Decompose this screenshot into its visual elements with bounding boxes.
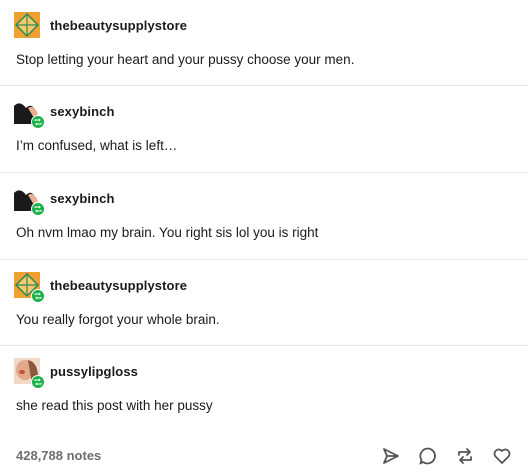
reblog-badge-icon	[31, 289, 45, 303]
reply-icon[interactable]	[416, 444, 440, 468]
avatar[interactable]	[14, 272, 45, 303]
avatar[interactable]	[14, 98, 45, 129]
username[interactable]: pussylipgloss	[50, 364, 138, 379]
avatar[interactable]	[14, 358, 45, 389]
reblog-icon[interactable]	[453, 444, 477, 468]
post-footer: 428,788 notes	[0, 436, 528, 476]
reblog-badge-icon	[31, 375, 45, 389]
avatar[interactable]	[14, 12, 40, 38]
reblog-badge-icon	[31, 115, 45, 129]
share-icon[interactable]	[379, 444, 403, 468]
avatar[interactable]	[14, 185, 45, 216]
diamond-logo-icon	[14, 12, 40, 38]
thread-entry: thebeautysupplystore Stop letting your h…	[0, 0, 528, 86]
thread-entry: thebeautysupplystore You really forgot y…	[0, 260, 528, 346]
entry-header: sexybinch	[14, 185, 115, 216]
entry-text: she read this post with her pussy	[16, 398, 213, 413]
thread-entry: pussylipgloss she read this post with he…	[0, 346, 528, 436]
entry-text: You really forgot your whole brain.	[16, 312, 220, 327]
entry-header: pussylipgloss	[14, 358, 138, 389]
thread-entry: sexybinch Oh nvm lmao my brain. You righ…	[0, 173, 528, 260]
thread-entry: sexybinch I’m confused, what is left…	[0, 86, 528, 173]
entry-text: Stop letting your heart and your pussy c…	[16, 52, 355, 67]
username[interactable]: thebeautysupplystore	[50, 278, 187, 293]
username[interactable]: sexybinch	[50, 104, 115, 119]
notes-count[interactable]: 428,788 notes	[16, 448, 101, 463]
post-actions	[366, 444, 514, 468]
reblog-badge-icon	[31, 202, 45, 216]
entry-text: I’m confused, what is left…	[16, 138, 178, 153]
tumblr-post: thebeautysupplystore Stop letting your h…	[0, 0, 528, 476]
entry-header: thebeautysupplystore	[14, 12, 187, 38]
like-icon[interactable]	[490, 444, 514, 468]
entry-header: sexybinch	[14, 98, 115, 129]
entry-header: thebeautysupplystore	[14, 272, 187, 303]
username[interactable]: thebeautysupplystore	[50, 18, 187, 33]
entry-text: Oh nvm lmao my brain. You right sis lol …	[16, 225, 319, 240]
username[interactable]: sexybinch	[50, 191, 115, 206]
